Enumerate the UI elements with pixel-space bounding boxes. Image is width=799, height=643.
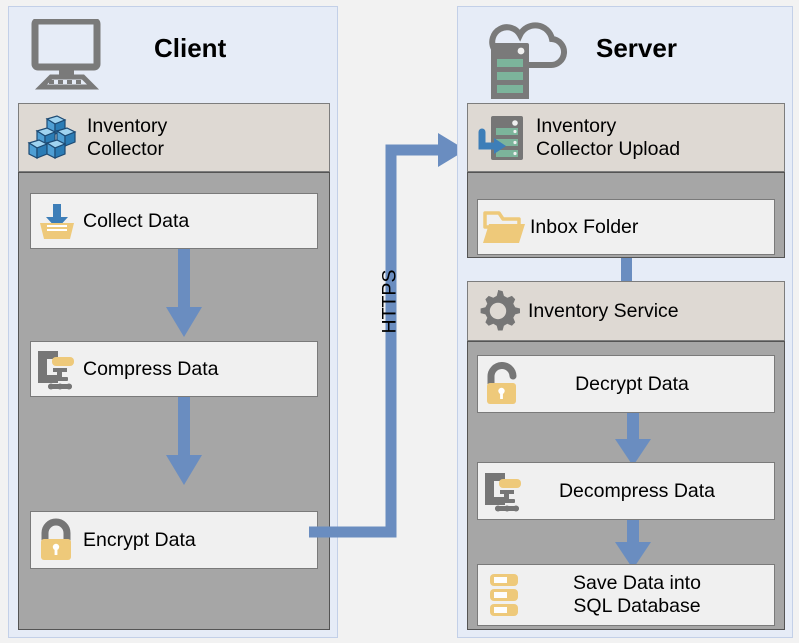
download-tray-icon xyxy=(31,193,83,249)
step-inbox-folder[interactable]: Inbox Folder xyxy=(477,199,775,255)
step-inbox-folder-label: Inbox Folder xyxy=(530,215,639,238)
step-decrypt-data[interactable]: Decrypt Data xyxy=(477,355,775,413)
step-save-data-sql[interactable]: Save Data into SQL Database xyxy=(477,564,775,626)
step-decompress-data-label: Decompress Data xyxy=(558,479,716,502)
clamp-compress-icon xyxy=(478,462,530,520)
client-panel: Client Inventory Collector Collect Data … xyxy=(8,6,338,638)
folder-icon xyxy=(478,199,530,255)
step-compress-data[interactable]: Compress Data xyxy=(30,341,318,397)
step-collect-data-label: Collect Data xyxy=(83,209,190,232)
https-connector-label: HTTPS xyxy=(378,269,401,334)
step-compress-data-label: Compress Data xyxy=(83,357,219,380)
arrow-collect-to-compress xyxy=(166,249,202,337)
step-decrypt-data-label: Decrypt Data xyxy=(575,372,689,395)
arrow-decrypt-to-decompress xyxy=(615,413,651,466)
client-group-header: Inventory Collector xyxy=(18,103,330,172)
server-service-group-label: Inventory Service xyxy=(528,299,679,322)
client-panel-title: Client xyxy=(154,33,227,63)
step-save-data-sql-label: Save Data into SQL Database xyxy=(573,572,701,617)
database-icon xyxy=(478,564,530,626)
clamp-compress-icon xyxy=(31,341,83,397)
step-encrypt-data-label: Encrypt Data xyxy=(83,528,196,551)
desktop-computer-icon xyxy=(27,17,113,98)
blue-cubes-icon xyxy=(19,103,87,172)
open-padlock-icon xyxy=(478,355,530,413)
server-upload-icon xyxy=(468,103,536,172)
server-service-group-header: Inventory Service xyxy=(467,281,785,341)
step-decompress-data[interactable]: Decompress Data xyxy=(477,462,775,520)
arrow-compress-to-encrypt xyxy=(166,397,202,485)
step-collect-data[interactable]: Collect Data xyxy=(30,193,318,249)
gear-icon xyxy=(468,281,528,341)
cloud-server-icon xyxy=(476,17,576,104)
step-encrypt-data[interactable]: Encrypt Data xyxy=(30,511,318,569)
server-panel-title: Server xyxy=(596,33,677,63)
server-upload-group-header: Inventory Collector Upload xyxy=(467,103,785,172)
client-group-label: Inventory Collector xyxy=(87,114,168,160)
server-upload-group-label: Inventory Collector Upload xyxy=(536,114,681,160)
closed-padlock-icon xyxy=(31,511,83,569)
diagram-canvas: Client Inventory Collector Collect Data … xyxy=(0,0,799,643)
server-panel: Server Inventory Collector Upload Inbox … xyxy=(457,6,793,638)
